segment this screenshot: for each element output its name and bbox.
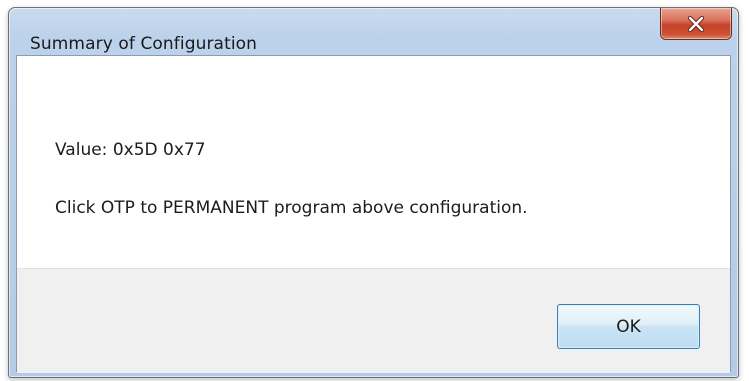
ok-button[interactable]: OK (557, 304, 700, 349)
close-button[interactable] (660, 8, 732, 40)
dialog-client-area: Value: 0x5D 0x77 Click OTP to PERMANENT … (16, 55, 731, 373)
value-text: Value: 0x5D 0x77 (55, 140, 206, 160)
window-title: Summary of Configuration (30, 34, 258, 54)
instruction-text: Click OTP to PERMANENT program above con… (55, 198, 528, 218)
close-icon (687, 15, 705, 32)
message-area: Value: 0x5D 0x77 Click OTP to PERMANENT … (17, 56, 730, 268)
dialog-window: Summary of Configuration Value: 0x5D 0x7… (8, 7, 739, 378)
button-footer: OK (17, 268, 730, 373)
title-bar[interactable]: Summary of Configuration (9, 8, 738, 55)
